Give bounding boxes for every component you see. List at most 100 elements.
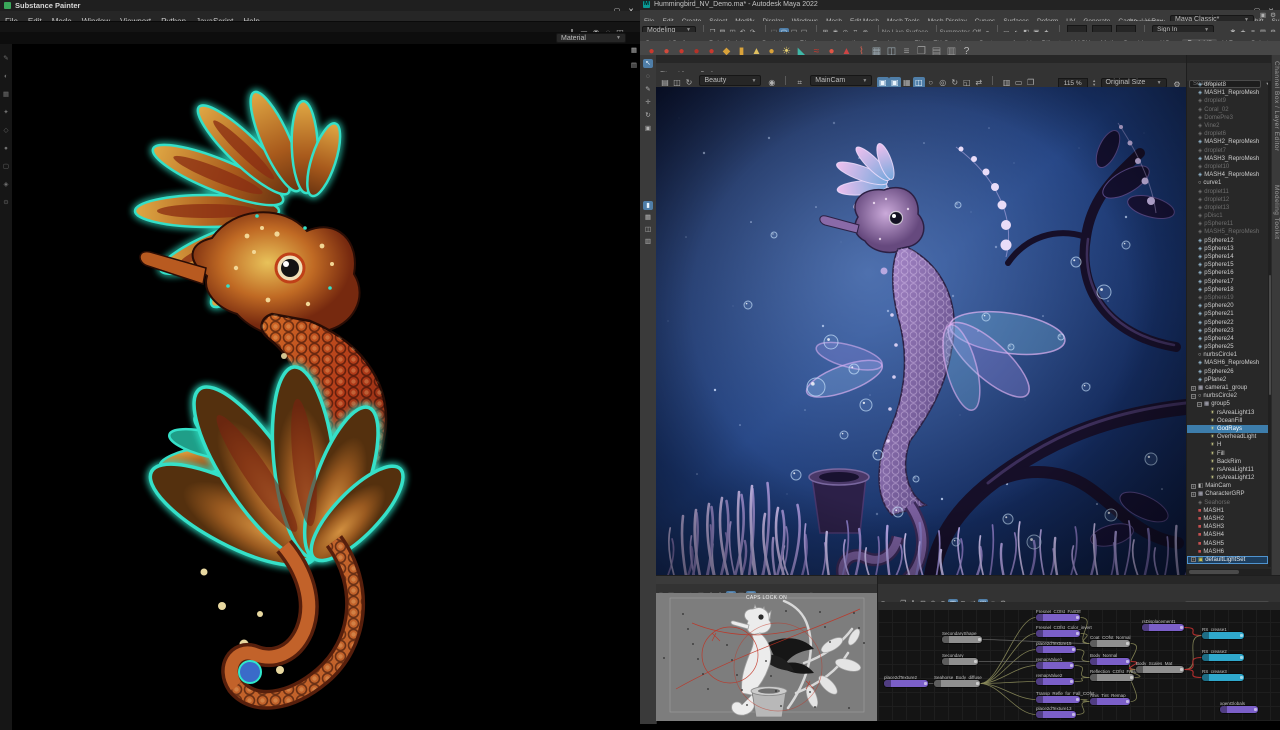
rotate-tool-icon[interactable]: ↻ (643, 111, 653, 120)
outliner-row-vine2[interactable]: ◈Vine2 (1187, 122, 1268, 130)
outliner-row-charactergrp[interactable]: +▦CharacterGRP (1187, 490, 1268, 498)
outliner-row-psphere25[interactable]: ◈pSphere25 (1187, 343, 1268, 351)
outliner-row-pplane2[interactable]: ◈pPlane2 (1187, 376, 1268, 384)
outliner-row-rsarealight11[interactable]: ☀rsAreaLight11 (1187, 466, 1268, 474)
rv-rendered-image[interactable] (656, 87, 1186, 575)
collapse-icon[interactable]: − (1191, 394, 1196, 399)
outliner-row-mash4-repromesh[interactable]: ◈MASH4_ReproMesh (1187, 171, 1268, 179)
shader-node-place2dtexture15[interactable] (1036, 646, 1076, 653)
outliner-row-mash6-repromesh[interactable]: ◈MASH6_ReproMesh (1187, 359, 1268, 367)
outliner-row-psphere24[interactable]: ◈pSphere24 (1187, 335, 1268, 343)
outliner-row-psphere22[interactable]: ◈pSphere22 (1187, 318, 1268, 326)
shader-node-seahorse-body-diffuse[interactable] (934, 680, 980, 687)
scale-tool-icon[interactable]: ▣ (643, 124, 653, 133)
shader-node-secondary[interactable] (942, 658, 978, 665)
outliner-row-h[interactable]: ☀H (1187, 441, 1268, 449)
outliner-row-maincam[interactable]: +◧MainCam (1187, 482, 1268, 490)
shader-node-xgenglobals[interactable] (1220, 706, 1258, 713)
outliner-row-mash1[interactable]: ■MASH1 (1187, 507, 1268, 515)
shader-node-reflection-cofst-fresnel[interactable] (1090, 674, 1134, 681)
geometry-mask-icon[interactable]: ◈ (1, 180, 11, 189)
shader-node-fresnel-cofst-color-invert[interactable] (1036, 630, 1080, 637)
modeling-toolkit-vertical-tab[interactable]: Modeling Toolkit (1273, 185, 1280, 240)
outliner-row-defaultlightset[interactable]: +▣defaultLightSet (1187, 556, 1268, 564)
outliner-row-overheadlight[interactable]: ☀OverheadLight (1187, 433, 1268, 441)
outliner-row-mash4[interactable]: ■MASH4 (1187, 531, 1268, 539)
expand-icon[interactable]: + (1191, 484, 1196, 489)
shader-node-rs-crease1[interactable] (1202, 632, 1244, 639)
outliner-row-mash2-repromesh[interactable]: ◈MASH2_ReproMesh (1187, 138, 1268, 146)
rv-pass-dropdown[interactable]: Beauty ▼ (699, 75, 761, 86)
outliner-row-pdisc1[interactable]: ◈pDisc1 (1187, 212, 1268, 220)
outliner-row-psphere17[interactable]: ◈pSphere17 (1187, 278, 1268, 286)
outliner-row-psphere11[interactable]: ◈pSphere11 (1187, 220, 1268, 228)
shader-node-fresnel-cofst-falloff[interactable] (1036, 614, 1080, 621)
paint-select-tool-icon[interactable]: ✎ (643, 85, 653, 94)
outliner-row-coral-02[interactable]: ◈Coral_02 (1187, 106, 1268, 114)
outliner-row-mash5-repromesh[interactable]: ◈MASH5_ReproMesh (1187, 228, 1268, 236)
material-picker-icon[interactable]: ▢ (1, 162, 11, 171)
shader-node-body-normal[interactable] (1090, 658, 1130, 665)
outliner-row-psphere15[interactable]: ◈pSphere15 (1187, 261, 1268, 269)
shader-node-place2dtexture13[interactable] (1036, 711, 1076, 718)
outliner-row-backrim[interactable]: ☀BackRim (1187, 458, 1268, 466)
outliner-row-psphere16[interactable]: ◈pSphere16 (1187, 269, 1268, 277)
shader-node-remapvalue1[interactable] (1036, 662, 1074, 669)
outliner-row-nurbscircle2[interactable]: −○nurbsCircle2 (1187, 392, 1268, 400)
table-panel-icon[interactable]: ▦ (629, 46, 639, 55)
outliner-row-droplet11[interactable]: ◈droplet11 (1187, 187, 1268, 195)
shader-node-anis-tint-remap[interactable] (1090, 698, 1130, 705)
outliner-row-droplet13[interactable]: ◈droplet13 (1187, 204, 1268, 212)
outliner-row-rsarealight13[interactable]: ☀rsAreaLight13 (1187, 409, 1268, 417)
expand-icon[interactable]: + (1191, 386, 1196, 391)
expand-icon[interactable]: + (1191, 557, 1196, 562)
outliner-row-droplet6[interactable]: ◈droplet6 (1187, 130, 1268, 138)
outliner-row-droplet12[interactable]: ◈droplet12 (1187, 196, 1268, 204)
outliner-row-oceanfill[interactable]: ☀OceanFill (1187, 417, 1268, 425)
outliner-row-camera1-group[interactable]: +▦camera1_group (1187, 384, 1268, 392)
rv-zoom-stepper[interactable]: ▲▼ (1092, 79, 1096, 87)
shader-node-transp-refle-for-fall-cofst[interactable] (1036, 696, 1080, 703)
shader-node-coat-cofst-normal[interactable] (1090, 640, 1130, 647)
smudge-tool-icon[interactable]: ◇ (1, 126, 11, 135)
collapse-icon[interactable]: − (1197, 402, 1202, 407)
shader-node-rs-crease2[interactable] (1202, 654, 1244, 661)
shader-node-body-scales-mat[interactable] (1136, 666, 1184, 673)
lasso-tool-icon[interactable]: ◌ (643, 72, 653, 81)
node-editor-graph[interactable]: place2dTexture2Seahorse_Body_diffuseSeco… (878, 610, 1280, 721)
select-tool-icon[interactable]: ↖ (643, 59, 653, 68)
outliner-row-mash6[interactable]: ■MASH6 (1187, 548, 1268, 556)
outliner-row-psphere14[interactable]: ◈pSphere14 (1187, 253, 1268, 261)
outliner-row-psphere21[interactable]: ◈pSphere21 (1187, 310, 1268, 318)
eraser-tool-icon[interactable]: ◐ (1, 72, 11, 81)
outliner-row-godrays[interactable]: ☀GodRays (1187, 425, 1268, 433)
outliner-row-mash2[interactable]: ■MASH2 (1187, 515, 1268, 523)
sp-material-dropdown[interactable]: Material ▼ (556, 33, 626, 43)
shader-node-rs-crease3[interactable] (1202, 674, 1244, 681)
outliner-row-rsarealight12[interactable]: ☀rsAreaLight12 (1187, 474, 1268, 482)
outliner-row-curve1[interactable]: ○curve1 (1187, 179, 1268, 187)
outliner-row-group5[interactable]: −▦group5 (1187, 400, 1268, 408)
shader-node-rsdisplacement1[interactable] (1142, 624, 1184, 631)
clone-tool-icon[interactable]: ● (1, 144, 11, 153)
outliner-row-mash5[interactable]: ■MASH5 (1187, 540, 1268, 548)
outliner-row-mash3[interactable]: ■MASH3 (1187, 523, 1268, 531)
shader-node-place2dtexture2[interactable] (884, 680, 928, 687)
list-panel-icon[interactable]: ▤ (629, 61, 639, 70)
channel-box-vertical-tab[interactable]: Channel Box / Layer Editor (1273, 61, 1280, 152)
outliner-row-psphere23[interactable]: ◈pSphere23 (1187, 327, 1268, 335)
outliner-row-droplet7[interactable]: ◈droplet7 (1187, 147, 1268, 155)
outliner-row-mash1-repromesh[interactable]: ◈MASH1_ReproMesh (1187, 89, 1268, 97)
outliner-row-psphere13[interactable]: ◈pSphere13 (1187, 245, 1268, 253)
outliner-row-psphere19[interactable]: ◈pSphere19 (1187, 294, 1268, 302)
polygon-fill-icon[interactable]: ✦ (1, 108, 11, 117)
viewport-canvas[interactable]: CAPS LOCK ON (656, 593, 877, 721)
outliner-row-psphere18[interactable]: ◈pSphere18 (1187, 286, 1268, 294)
outliner-row-seahorse[interactable]: ◈Seahorse (1187, 499, 1268, 507)
expand-icon[interactable]: + (1191, 492, 1196, 497)
single-pane-layout-icon[interactable]: ▮ (643, 201, 653, 210)
shader-node-remapvalue2[interactable] (1036, 678, 1074, 685)
outliner-row-domepre3[interactable]: ◈DomePre3 (1187, 114, 1268, 122)
paint-tool-icon[interactable]: ✎ (1, 54, 11, 63)
outliner-row-droplet9[interactable]: ◈droplet9 (1187, 97, 1268, 105)
